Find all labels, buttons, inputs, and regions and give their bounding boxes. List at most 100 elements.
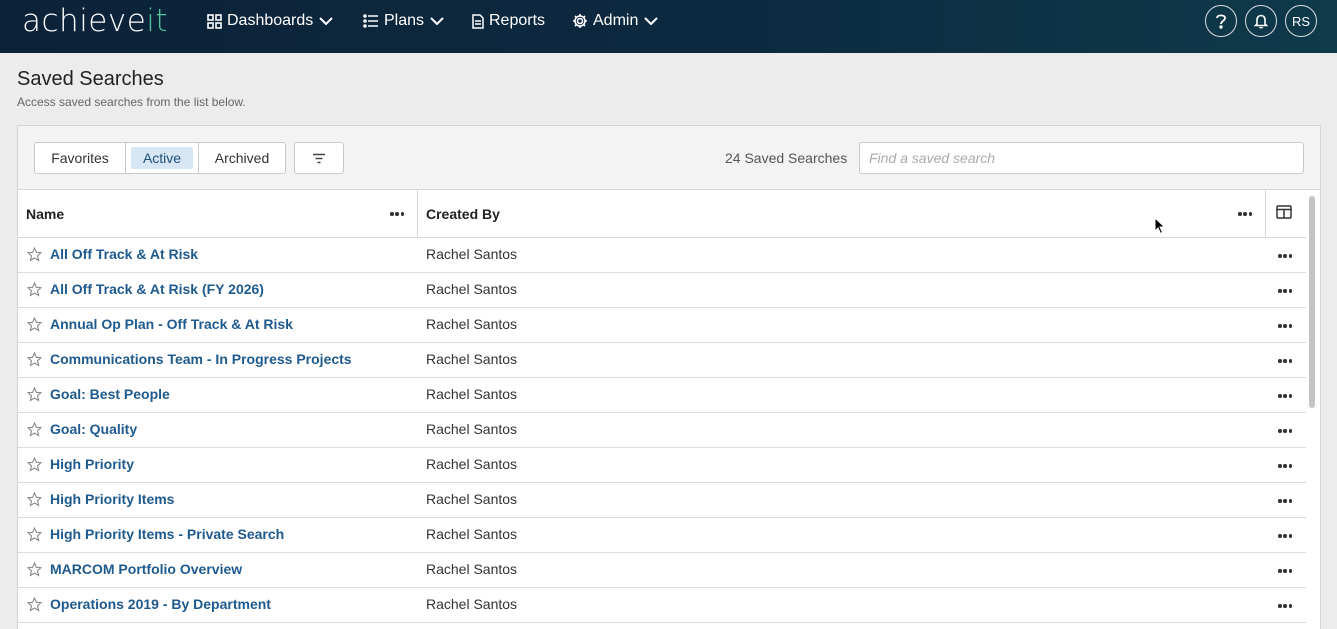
favorite-star-icon[interactable]	[27, 247, 42, 262]
tab-favorites[interactable]: Favorites	[35, 143, 126, 173]
bell-icon	[1254, 14, 1268, 29]
created-by-cell: Rachel Santos	[426, 316, 518, 332]
row-actions-menu-icon[interactable]	[1275, 286, 1295, 296]
nav-dashboards[interactable]: Dashboards	[207, 0, 333, 42]
help-button[interactable]	[1205, 5, 1237, 37]
page-subtitle: Access saved searches from the list belo…	[17, 95, 246, 109]
grid-scrollbar-thumb[interactable]	[1309, 196, 1315, 408]
achieveit-logo[interactable]: achieveit	[22, 3, 168, 39]
grid-body: All Off Track & At Risk Rachel Santos All …	[18, 238, 1306, 623]
nav-plans-label: Plans	[384, 12, 425, 29]
saved-searches-panel: Favorites Active Archived 24 Saved Searc…	[17, 125, 1321, 629]
favorite-star-icon[interactable]	[27, 597, 42, 612]
favorite-star-icon[interactable]	[27, 457, 42, 472]
chevron-down-icon	[644, 16, 659, 25]
nav-dashboards-label: Dashboards	[227, 12, 314, 29]
favorite-star-icon[interactable]	[27, 282, 42, 297]
notifications-button[interactable]	[1245, 5, 1277, 37]
favorite-star-icon[interactable]	[27, 317, 42, 332]
row-actions-menu-icon[interactable]	[1275, 601, 1295, 611]
grid-header: Name Created By	[18, 190, 1306, 238]
table-row[interactable]: Communications Team - In Progress Projec…	[18, 343, 1306, 378]
nav-reports-label: Reports	[489, 12, 546, 29]
created-by-cell: Rachel Santos	[426, 281, 518, 297]
page-title: Saved Searches	[17, 68, 164, 90]
saved-search-name-link[interactable]: High Priority Items - Private Search	[50, 526, 284, 542]
table-row[interactable]: All Off Track & At Risk (FY 2026) Rachel …	[18, 273, 1306, 308]
user-avatar[interactable]: RS	[1285, 5, 1317, 37]
created-by-cell: Rachel Santos	[426, 491, 518, 507]
tab-archived[interactable]: Archived	[199, 143, 285, 173]
column-chooser-icon[interactable]	[1276, 205, 1292, 219]
tab-active-label: Active	[130, 147, 194, 169]
saved-search-name-link[interactable]: Goal: Quality	[50, 421, 137, 437]
row-actions-menu-icon[interactable]	[1275, 251, 1295, 261]
list-icon	[363, 14, 378, 28]
saved-search-name-link[interactable]: All Off Track & At Risk (FY 2026)	[50, 281, 264, 297]
column-header-created-by[interactable]: Created By	[426, 206, 500, 222]
created-by-cell: Rachel Santos	[426, 246, 518, 262]
created-by-cell: Rachel Santos	[426, 421, 518, 437]
column-divider	[1265, 190, 1266, 237]
saved-search-name-link[interactable]: High Priority	[50, 456, 134, 472]
saved-search-name-link[interactable]: Operations 2019 - By Department	[50, 596, 271, 612]
table-row[interactable]: All Off Track & At Risk Rachel Santos	[18, 238, 1306, 273]
row-actions-menu-icon[interactable]	[1275, 321, 1295, 331]
favorite-star-icon[interactable]	[27, 562, 42, 577]
saved-searches-grid: Name Created By All Off Track & At Risk R…	[18, 190, 1306, 623]
column-header-name[interactable]: Name	[26, 206, 64, 222]
favorite-star-icon[interactable]	[27, 422, 42, 437]
created-by-cell: Rachel Santos	[426, 596, 518, 612]
table-row[interactable]: High Priority Items - Private Search Rach…	[18, 518, 1306, 553]
table-row[interactable]: MARCOM Portfolio Overview Rachel Santos	[18, 553, 1306, 588]
created-by-column-menu-icon[interactable]	[1235, 209, 1255, 219]
dashboard-grid-icon	[207, 13, 222, 29]
nav-admin[interactable]: Admin	[572, 0, 659, 42]
row-actions-menu-icon[interactable]	[1275, 461, 1295, 471]
created-by-cell: Rachel Santos	[426, 386, 518, 402]
row-actions-menu-icon[interactable]	[1275, 531, 1295, 541]
tab-active[interactable]: Active	[126, 143, 199, 173]
row-actions-menu-icon[interactable]	[1275, 426, 1295, 436]
filter-lines-icon	[313, 153, 325, 163]
gear-icon	[573, 14, 587, 28]
question-icon	[1216, 14, 1226, 29]
document-icon	[472, 13, 484, 29]
filter-button[interactable]	[294, 142, 344, 174]
favorite-star-icon[interactable]	[27, 387, 42, 402]
row-actions-menu-icon[interactable]	[1275, 356, 1295, 366]
search-input[interactable]	[859, 142, 1304, 174]
chevron-down-icon	[319, 16, 333, 25]
saved-search-name-link[interactable]: Annual Op Plan - Off Track & At Risk	[50, 316, 293, 332]
created-by-cell: Rachel Santos	[426, 351, 518, 367]
status-tab-group: Favorites Active Archived	[34, 142, 286, 174]
saved-search-count: 24 Saved Searches	[725, 150, 848, 166]
saved-search-name-link[interactable]: MARCOM Portfolio Overview	[50, 561, 242, 577]
top-nav: achieveit Dashboards Plans Reports Admin	[0, 0, 1337, 53]
table-row[interactable]: Annual Op Plan - Off Track & At Risk Rach…	[18, 308, 1306, 343]
table-row[interactable]: High Priority Items Rachel Santos	[18, 483, 1306, 518]
name-column-menu-icon[interactable]	[387, 209, 407, 219]
saved-search-name-link[interactable]: Goal: Best People	[50, 386, 170, 402]
chevron-down-icon	[430, 16, 444, 25]
nav-reports[interactable]: Reports	[472, 0, 551, 42]
user-initials: RS	[1291, 13, 1311, 29]
table-row[interactable]: Goal: Quality Rachel Santos	[18, 413, 1306, 448]
toolbar: Favorites Active Archived 24 Saved Searc…	[18, 126, 1320, 190]
saved-search-name-link[interactable]: High Priority Items	[50, 491, 174, 507]
saved-search-name-link[interactable]: All Off Track & At Risk	[50, 246, 198, 262]
mouse-pointer-icon	[1154, 217, 1166, 235]
favorite-star-icon[interactable]	[27, 492, 42, 507]
created-by-cell: Rachel Santos	[426, 456, 518, 472]
row-actions-menu-icon[interactable]	[1275, 391, 1295, 401]
favorite-star-icon[interactable]	[27, 527, 42, 542]
nav-plans[interactable]: Plans	[363, 0, 444, 42]
table-row[interactable]: High Priority Rachel Santos	[18, 448, 1306, 483]
table-row[interactable]: Operations 2019 - By Department Rachel Sa…	[18, 588, 1306, 623]
row-actions-menu-icon[interactable]	[1275, 566, 1295, 576]
table-row[interactable]: Goal: Best People Rachel Santos	[18, 378, 1306, 413]
saved-search-name-link[interactable]: Communications Team - In Progress Projec…	[50, 351, 352, 367]
row-actions-menu-icon[interactable]	[1275, 496, 1295, 506]
favorite-star-icon[interactable]	[27, 352, 42, 367]
column-divider	[417, 190, 418, 237]
